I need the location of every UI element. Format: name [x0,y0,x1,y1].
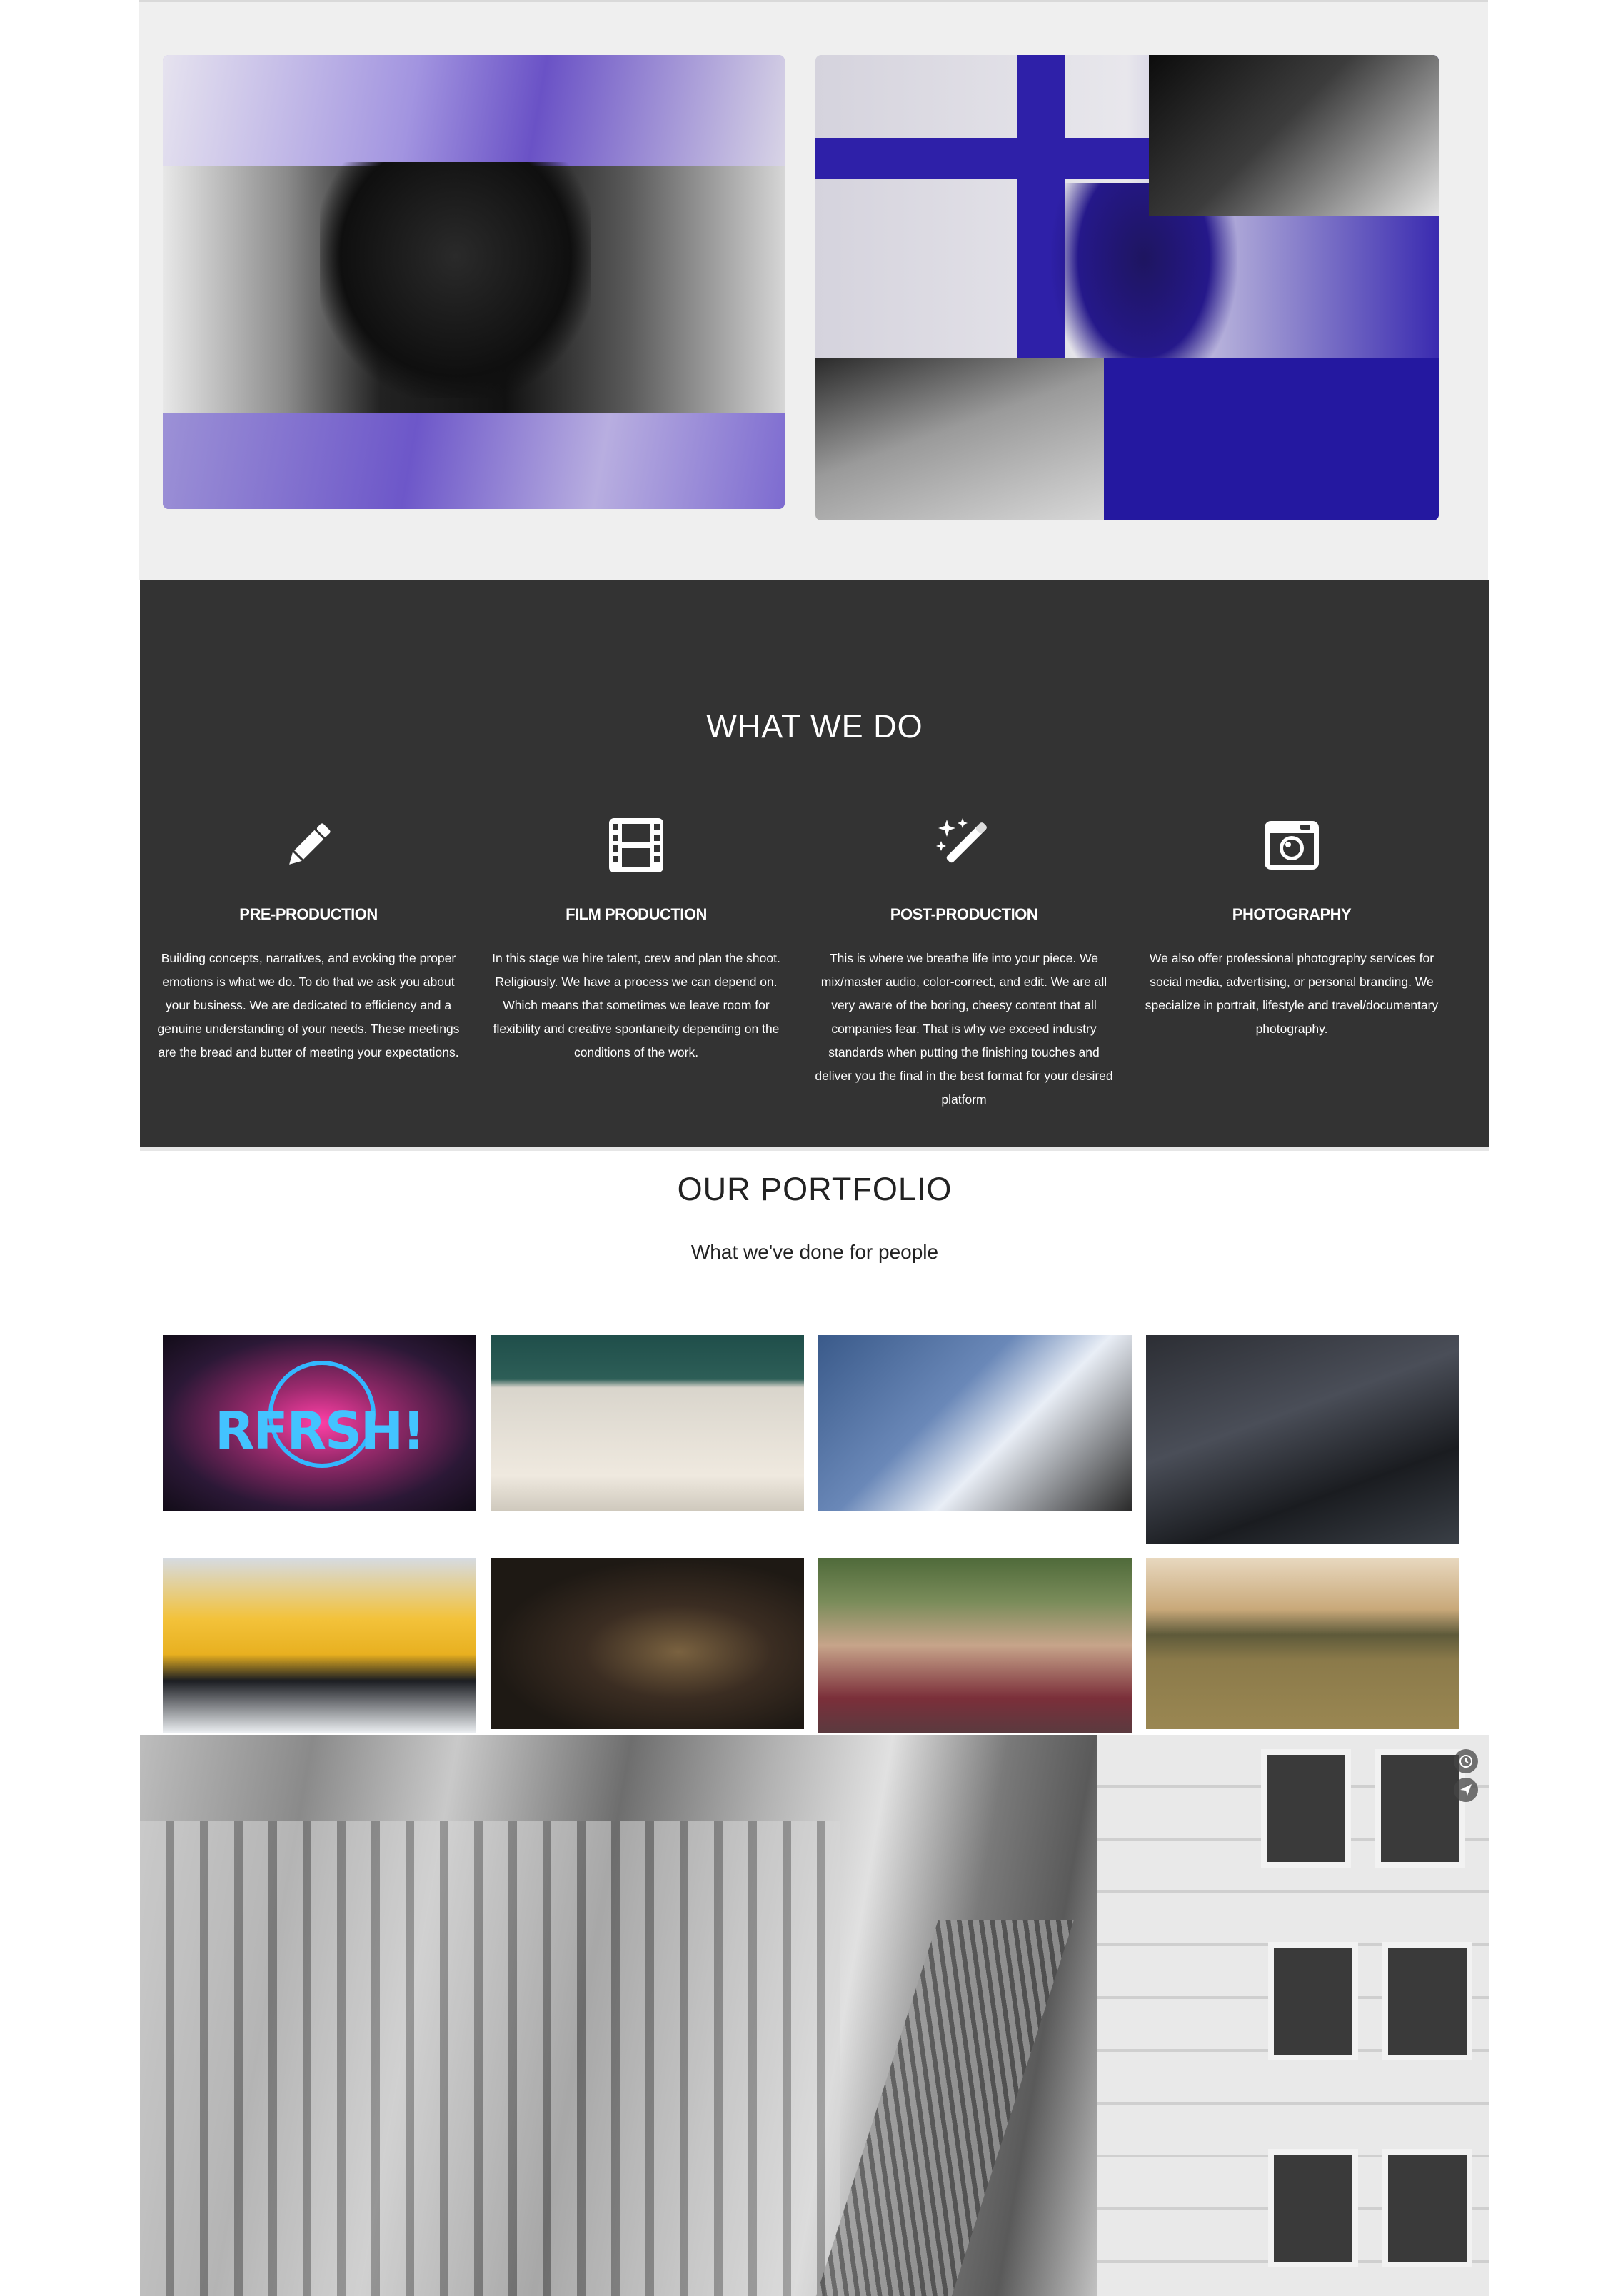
portfolio-subtitle: What we've done for people [690,1241,939,1263]
camera-icon [1265,821,1319,870]
portfolio-section: OUR PORTFOLIO What we've done for people… [140,1147,1489,1735]
portfolio-thumbnail-speaker[interactable] [818,1335,1132,1511]
services-section: WHAT WE DO PRE-PRODUCTION Building conce… [140,580,1489,1147]
service-heading: PHOTOGRAPHY [1232,905,1352,923]
clock-icon-glyph [1459,1755,1472,1768]
portfolio-thumbnail-rfrsh[interactable]: RFRSH! [163,1335,476,1511]
city-aerial-hero-image [140,1735,1489,2296]
seamstress-figure [320,162,591,398]
service-film-production: FILM PRODUCTION In this stage we hire ta… [479,815,793,1064]
send-icon-glyph [1460,1784,1472,1796]
inset-hands-needle [815,358,1104,520]
fabric-strip-bottom [163,413,785,509]
building-facade-left [140,1821,840,2296]
window [1268,2149,1358,2267]
service-photography: PHOTOGRAPHY We also offer professional p… [1135,815,1449,1041]
thumbnail-overlay-text: RFRSH! [214,1401,426,1461]
window [1382,2149,1472,2267]
service-description: We also offer professional photography s… [1145,951,1439,1036]
window [1382,1942,1472,2060]
magic-wand-icon [936,818,987,863]
portfolio-thumbnail-portrait[interactable] [491,1558,804,1729]
service-post-production: POST-PRODUCTION This is where we breathe… [807,815,1121,1112]
clock-icon[interactable] [1454,1749,1478,1773]
sewing-collage-left-image[interactable] [163,55,785,509]
portfolio-title: OUR PORTFOLIO [677,1171,953,1207]
portfolio-thumbnail-basketball[interactable] [491,1335,804,1511]
service-description: In this stage we hire talent, crew and p… [492,951,780,1059]
portfolio-thumbnail-alley[interactable] [1146,1335,1459,1544]
gallery-section [139,0,1488,580]
service-heading: POST-PRODUCTION [890,905,1038,923]
building-facade-right [1097,1735,1489,2296]
portfolio-thumbnail-car-field[interactable] [1146,1558,1459,1729]
portfolio-thumbnail-wedding[interactable] [818,1558,1132,1733]
service-description: This is where we breathe life into your … [815,951,1113,1107]
window [1375,1749,1465,1868]
elevated-train-tracks [813,1920,1074,2296]
service-heading: FILM PRODUCTION [566,905,707,923]
inset-blue-panel [1104,358,1439,520]
send-icon[interactable] [1454,1778,1478,1802]
portfolio-thumbnail-yellow-legs[interactable] [163,1558,476,1733]
fabric-strip-top [163,55,785,166]
inset-sewing-closeup [1149,55,1439,216]
service-heading: PRE-PRODUCTION [239,905,378,923]
film-icon [609,818,663,872]
window [1268,1942,1358,2060]
service-description: Building concepts, narratives, and evoki… [157,951,460,1059]
sewing-collage-right-image[interactable] [815,55,1439,520]
window [1261,1749,1351,1868]
pencil-icon [289,823,331,865]
service-pre-production: PRE-PRODUCTION Building concepts, narrat… [151,815,466,1064]
services-title: WHAT WE DO [706,708,923,745]
